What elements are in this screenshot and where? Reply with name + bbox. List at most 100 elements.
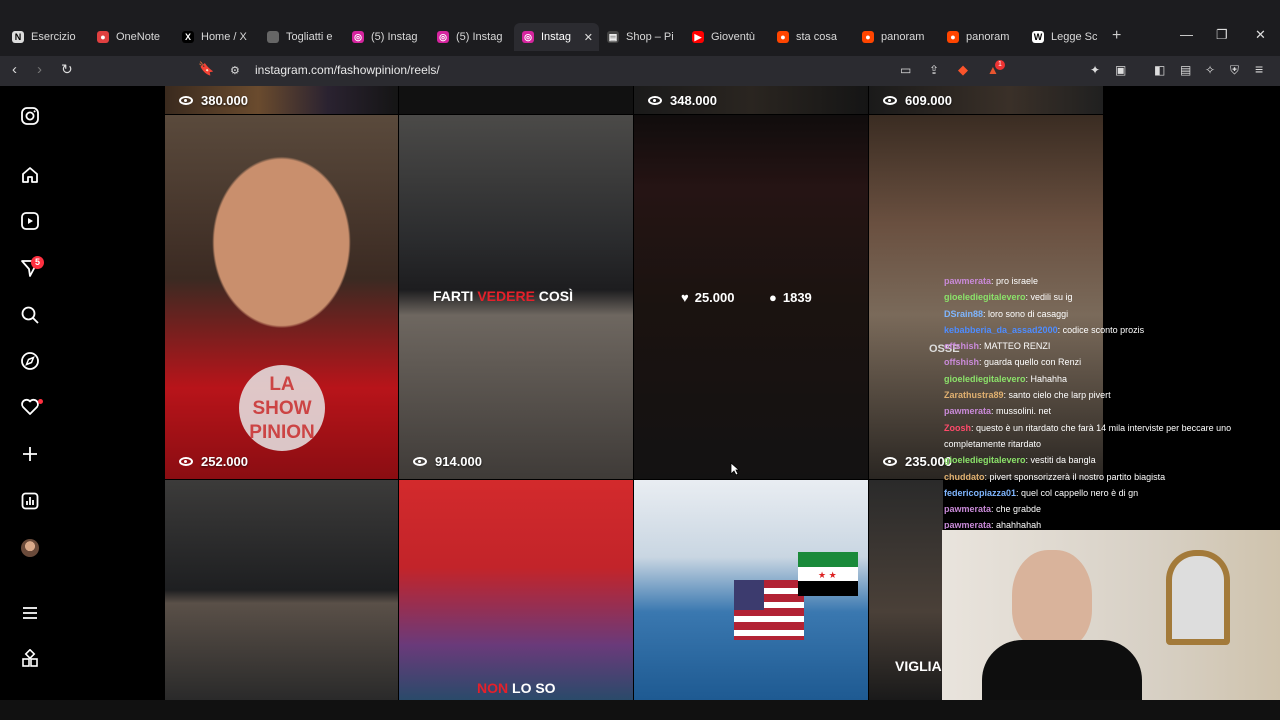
view-count: 914.000 [413, 454, 482, 469]
reel-thumbnail-3-hovered[interactable]: ♥ 25.000 ● 1839 [634, 115, 868, 479]
reel-thumbnail-top-1[interactable]: 380.000 [165, 86, 398, 114]
reel-thumbnail-5[interactable] [165, 480, 398, 700]
browser-tab[interactable]: N Esercizio [4, 23, 89, 51]
reader-icon[interactable]: ▣ [1115, 63, 1126, 77]
close-tab-icon[interactable]: ✕ [584, 31, 593, 44]
comment-icon: ● [769, 290, 777, 305]
more-menu-icon[interactable] [19, 603, 41, 625]
tab-label: (5) Instag [456, 31, 503, 43]
browser-tab[interactable]: ▶ Gioventù [684, 23, 769, 51]
comments-count: ● 1839 [769, 290, 812, 305]
chat-text: : codice sconto prozis [1057, 324, 1145, 335]
dashboard-icon[interactable] [19, 491, 41, 513]
reel-caption: NON LO SO [477, 680, 556, 696]
explore-icon[interactable] [19, 351, 41, 373]
cast-icon[interactable]: ▭ [900, 63, 911, 77]
showpinion-logo: LA SHOW PINION [239, 365, 325, 451]
mouse-cursor-icon [730, 462, 740, 476]
browser-tab[interactable]: ● OneNote [89, 23, 174, 51]
vpn-icon[interactable]: ⛨ [1230, 63, 1239, 78]
page-icon [267, 31, 279, 43]
browser-tab[interactable]: Togliatti e [259, 23, 344, 51]
browser-tab[interactable]: ◎ (5) Instag [429, 23, 514, 51]
minimize-icon[interactable]: — [1180, 27, 1193, 42]
extensions-icon[interactable]: ✦ [1090, 63, 1100, 77]
chat-message: pawmerata: mussolini. net [944, 403, 1280, 419]
instagram-icon: ◎ [352, 31, 364, 43]
sidebar-icon[interactable]: ◧ [1154, 63, 1165, 77]
bookmark-icon[interactable]: 🔖 [198, 61, 214, 77]
reddit-icon: ● [777, 31, 789, 43]
wallet-icon[interactable]: ▤ [1180, 63, 1191, 77]
reddit-icon: ● [947, 31, 959, 43]
browser-tab[interactable]: ◎ Instag ✕ [514, 23, 599, 51]
reel-thumbnail-1[interactable]: LA SHOW PINION 252.000 [165, 115, 398, 479]
chat-text: : vedili su ig [1025, 292, 1073, 303]
search-icon[interactable] [19, 305, 41, 327]
chat-text: : mussolini. net [991, 406, 1052, 417]
create-icon[interactable] [19, 444, 41, 466]
eye-icon [179, 96, 193, 105]
chat-message: kebabberia_da_assad2000: codice sconto p… [944, 322, 1280, 338]
browser-tab[interactable]: ● sta cosa [769, 23, 854, 51]
share-icon[interactable]: ⇪ [929, 63, 939, 77]
browser-tab[interactable]: ◎ (5) Instag [344, 23, 429, 51]
record-icon: ● [97, 31, 109, 43]
jacket [982, 640, 1142, 700]
brave-shield-icon[interactable]: ◆ [958, 62, 968, 78]
back-icon[interactable]: ‹ [12, 61, 17, 78]
new-tab-icon[interactable]: + [1112, 27, 1121, 45]
tab-label: Shop – Pi [626, 31, 674, 43]
close-window-icon[interactable]: ✕ [1255, 27, 1266, 43]
bottom-bar [0, 700, 1280, 720]
url-field[interactable]: instagram.com/fashowpinion/reels/ [255, 63, 440, 77]
chat-text: : pro israele [991, 276, 1039, 286]
reel-thumbnail-top-2[interactable] [399, 86, 633, 114]
leo-icon[interactable]: ✧ [1205, 63, 1215, 77]
reel-caption: VIGLIA [895, 658, 942, 674]
messages-badge: 5 [31, 256, 44, 269]
also-from-meta-icon[interactable] [19, 648, 41, 671]
profile-avatar[interactable] [21, 539, 39, 557]
tab-label: (5) Instag [371, 31, 418, 43]
syria-flag-icon: ★ ★ [798, 552, 858, 596]
reel-thumbnail-8[interactable]: VIGLIA [869, 480, 943, 700]
tab-label: OneNote [116, 31, 161, 43]
forward-icon[interactable]: › [37, 61, 42, 78]
tab-list: N Esercizio ● OneNote X Home / X Togliatti e ◎ (… [4, 23, 1109, 51]
home-icon[interactable] [19, 165, 41, 187]
brave-rewards-badge: 1 [995, 60, 1005, 70]
likes-count: ♥ 25.000 [681, 290, 735, 305]
instagram-logo-icon[interactable] [19, 106, 41, 128]
youtube-icon: ▶ [692, 31, 704, 43]
browser-tab[interactable]: W Legge Sc [1024, 23, 1109, 51]
reel-caption: FARTI VEDERE COSÌ [433, 288, 574, 304]
reel-thumbnail-top-3[interactable]: 348.000 [634, 86, 868, 114]
tab-label: Esercizio [31, 31, 76, 43]
reel-thumbnail-top-4[interactable]: 609.000 [869, 86, 1103, 114]
instagram-page: 5 380.000 348.000 609.000 LA SHOW PINION… [0, 86, 1280, 700]
chat-username: pawmerata [944, 406, 992, 417]
reload-icon[interactable]: ↻ [61, 61, 73, 78]
browser-tab[interactable]: ▤ Shop – Pi [599, 23, 684, 51]
menu-icon[interactable]: ≡ [1255, 61, 1263, 77]
chat-message: offshish: MATTEO RENZI [944, 338, 1280, 354]
eye-icon [883, 457, 897, 466]
browser-tab[interactable]: X Home / X [174, 23, 259, 51]
chat-username: kebabberia_da_assad2000 [944, 324, 1058, 335]
maximize-icon[interactable]: ❐ [1216, 27, 1228, 43]
chat-message: gioelediegitalevero: vedili su ig [944, 289, 1280, 305]
browser-tab[interactable]: ● panoram [854, 23, 939, 51]
notifications-dot [38, 399, 43, 404]
chat-username: Zarathustra89 [944, 390, 1004, 401]
browser-tab[interactable]: ● panoram [939, 23, 1024, 51]
browser-tab-strip: N Esercizio ● OneNote X Home / X Togliatti e ◎ (… [0, 0, 1280, 56]
instagram-icon: ◎ [437, 31, 449, 43]
site-settings-icon[interactable]: ⚙ [230, 64, 240, 77]
reel-thumbnail-2[interactable]: FARTI VEDERE COSÌ 914.000 [399, 115, 633, 479]
reel-thumbnail-6[interactable]: NON LO SO [399, 480, 633, 700]
reel-thumbnail-7[interactable]: ★ ★ [634, 480, 868, 700]
tab-label: Instag [541, 31, 571, 43]
chat-message: pawmerata: ahahhahah [944, 517, 1280, 529]
reels-icon[interactable] [19, 211, 41, 233]
